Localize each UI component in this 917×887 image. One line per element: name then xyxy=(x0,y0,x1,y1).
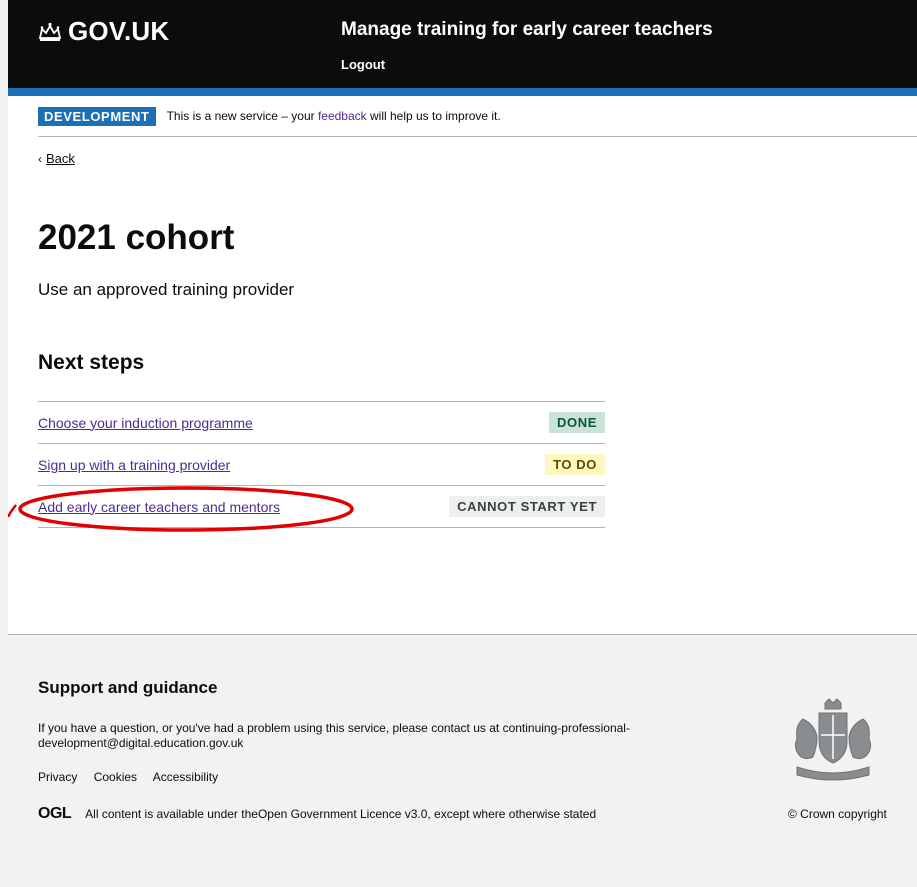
logout-link[interactable]: Logout xyxy=(341,57,385,72)
header-blue-bar xyxy=(8,88,917,96)
govuk-logo-link[interactable]: GOV.UK xyxy=(38,16,169,47)
sign-up-training-provider-link[interactable]: Sign up with a training provider xyxy=(38,457,230,473)
page-subtitle: Use an approved training provider xyxy=(38,280,295,299)
footer-support-text: If you have a question, or you've had a … xyxy=(38,721,738,751)
page-title: 2021 cohort xyxy=(38,218,235,257)
next-steps-heading: Next steps xyxy=(38,351,145,374)
site-footer: Support and guidance If you have a quest… xyxy=(8,634,917,887)
footer-support-text-body: If you have a question, or you've had a … xyxy=(38,721,503,735)
privacy-link[interactable]: Privacy xyxy=(38,770,77,784)
task-list: Choose your induction programme DONE Sig… xyxy=(38,401,605,528)
logo-text: GOV.UK xyxy=(68,16,170,46)
phase-tag: DEVELOPMENT xyxy=(38,107,156,126)
crown-icon xyxy=(38,22,62,41)
footer-title: Support and guidance xyxy=(38,678,218,697)
page: GOV.UK Manage training for early career … xyxy=(8,0,917,887)
accessibility-link[interactable]: Accessibility xyxy=(153,770,218,784)
licence-line: OGL All content is available under the O… xyxy=(38,805,596,823)
status-badge-todo: TO DO xyxy=(545,454,605,475)
feedback-link[interactable]: feedback xyxy=(318,109,367,123)
status-badge-done: DONE xyxy=(549,412,605,433)
chevron-left-icon: ‹ xyxy=(38,152,42,166)
back-link[interactable]: Back xyxy=(46,151,75,166)
cookies-link[interactable]: Cookies xyxy=(94,770,137,784)
phase-text-before: This is a new service – your xyxy=(166,109,318,123)
task-list-item: Add early career teachers and mentors CA… xyxy=(38,486,605,528)
crown-copyright-link[interactable]: © Crown copyright xyxy=(788,807,887,821)
back-link-container: ‹ Back xyxy=(38,151,75,166)
task-list-item: Choose your induction programme DONE xyxy=(38,402,605,444)
choose-induction-programme-link[interactable]: Choose your induction programme xyxy=(38,415,253,431)
royal-coat-of-arms-icon xyxy=(794,698,872,781)
phase-text: This is a new service – your feedback wi… xyxy=(167,107,501,126)
add-ects-and-mentors-link[interactable]: Add early career teachers and mentors xyxy=(38,499,280,515)
footer-links: Privacy Cookies Accessibility xyxy=(38,770,231,784)
phase-text-after: will help us to improve it. xyxy=(366,109,501,123)
licence-text-after: , except where otherwise stated xyxy=(427,807,597,821)
task-list-item: Sign up with a training provider TO DO xyxy=(38,444,605,486)
service-name[interactable]: Manage training for early career teacher… xyxy=(341,19,713,41)
site-header: GOV.UK Manage training for early career … xyxy=(8,0,917,88)
status-badge-cannot-start: CANNOT START YET xyxy=(449,496,605,517)
phase-banner: DEVELOPMENT This is a new service – your… xyxy=(38,107,917,137)
licence-text-before: All content is available under the xyxy=(85,807,258,821)
ogl-logo-icon: OGL xyxy=(38,805,72,822)
open-government-licence-link[interactable]: Open Government Licence v3.0 xyxy=(258,807,427,821)
